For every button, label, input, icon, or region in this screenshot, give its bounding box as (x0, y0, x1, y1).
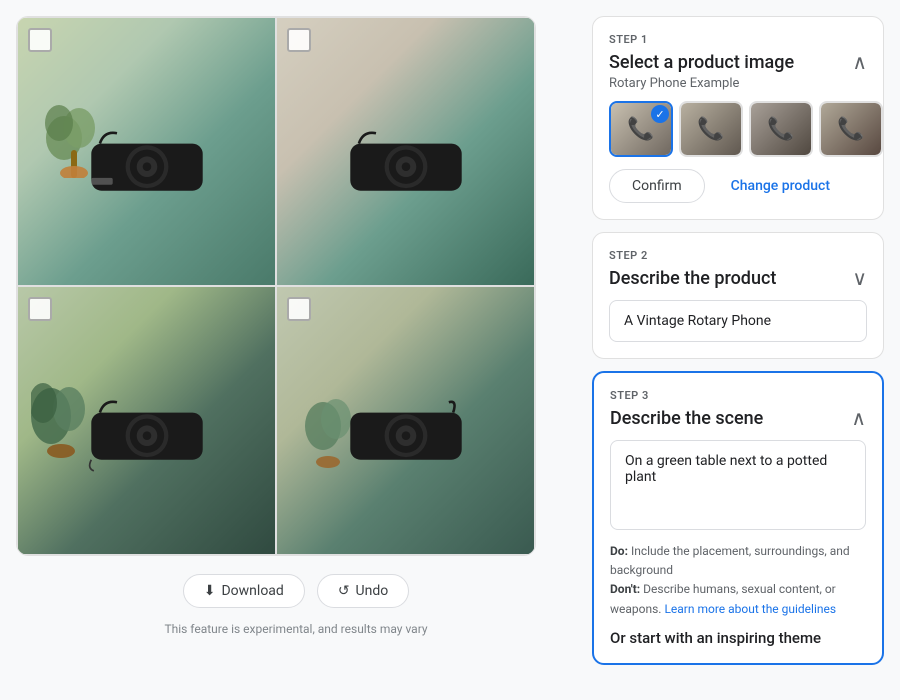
right-panel: STEP 1 Select a product image ∧ Rotary P… (576, 16, 884, 684)
undo-label: Undo (356, 583, 389, 599)
confirm-button[interactable]: Confirm (609, 169, 705, 203)
product-description-input[interactable] (609, 300, 867, 342)
image-cell-1[interactable] (17, 17, 276, 286)
step3-label: STEP 3 (610, 389, 866, 402)
thumbnail-4[interactable]: 📞 (819, 101, 883, 157)
step1-card: STEP 1 Select a product image ∧ Rotary P… (592, 16, 884, 220)
phone-icon-3 (87, 394, 207, 474)
undo-button[interactable]: ↺ Undo (317, 574, 409, 608)
thumb4-img: 📞 (821, 103, 881, 155)
cell1-checkbox[interactable] (28, 28, 52, 52)
image-grid (16, 16, 536, 556)
thumbnail-1[interactable]: 📞 ✓ (609, 101, 673, 157)
step1-title: Select a product image (609, 52, 794, 73)
phone-icon-2 (346, 125, 466, 205)
download-button[interactable]: ⬇ Download (183, 574, 305, 608)
step3-title: Describe the scene (610, 408, 763, 429)
thumb1-check: ✓ (651, 105, 669, 123)
thumb3-img: 📞 (751, 103, 811, 155)
cell4-checkbox[interactable] (287, 297, 311, 321)
experimental-text: This feature is experimental, and result… (16, 622, 576, 640)
cell3-checkbox[interactable] (28, 297, 52, 321)
do-label: Do: (610, 544, 628, 558)
step1-actions: Confirm Change product (609, 169, 867, 203)
guidelines: Do: Include the placement, surroundings,… (610, 542, 866, 619)
step2-chevron-icon[interactable]: ∨ (852, 266, 867, 290)
dont-guideline: Don't: Describe humans, sexual content, … (610, 580, 866, 618)
step2-header: Describe the product ∨ (609, 266, 867, 290)
step2-label: STEP 2 (609, 249, 867, 262)
undo-icon: ↺ (338, 583, 350, 599)
image-cell-2[interactable] (276, 17, 535, 286)
thumbnail-2[interactable]: 📞 (679, 101, 743, 157)
thumb2-img: 📞 (681, 103, 741, 155)
download-label: Download (221, 583, 283, 599)
do-guideline: Do: Include the placement, surroundings,… (610, 542, 866, 580)
step1-label: STEP 1 (609, 33, 867, 46)
step1-header: Select a product image ∧ (609, 50, 867, 74)
step3-header: Describe the scene ∧ (610, 406, 866, 430)
step2-card: STEP 2 Describe the product ∨ (592, 232, 884, 359)
download-icon: ⬇ (204, 583, 216, 599)
step3-card: STEP 3 Describe the scene ∧ On a green t… (592, 371, 884, 665)
step1-chevron-icon[interactable]: ∧ (852, 50, 867, 74)
phone-icon-1 (87, 125, 207, 205)
thumbnail-3[interactable]: 📞 (749, 101, 813, 157)
scene-description-textarea[interactable]: On a green table next to a potted plant (610, 440, 866, 530)
change-product-button[interactable]: Change product (715, 170, 846, 202)
step3-chevron-icon[interactable]: ∧ (851, 406, 866, 430)
phone-icon-4 (346, 394, 466, 474)
bottom-bar: ⬇ Download ↺ Undo (16, 566, 576, 612)
plant-icon-3 (31, 361, 91, 461)
guidelines-link[interactable]: Learn more about the guidelines (664, 602, 836, 616)
do-text: Include the placement, surroundings, and… (610, 544, 850, 577)
left-panel: ⬇ Download ↺ Undo This feature is experi… (16, 16, 576, 684)
step1-subtitle: Rotary Phone Example (609, 76, 867, 91)
theme-title: Or start with an inspiring theme (610, 629, 866, 647)
step2-title: Describe the product (609, 268, 776, 289)
cell2-checkbox[interactable] (287, 28, 311, 52)
image-cell-4[interactable] (276, 286, 535, 555)
image-cell-3[interactable] (17, 286, 276, 555)
dont-label: Don't: (610, 582, 640, 596)
thumbnail-row: 📞 ✓ 📞 📞 (609, 101, 867, 157)
